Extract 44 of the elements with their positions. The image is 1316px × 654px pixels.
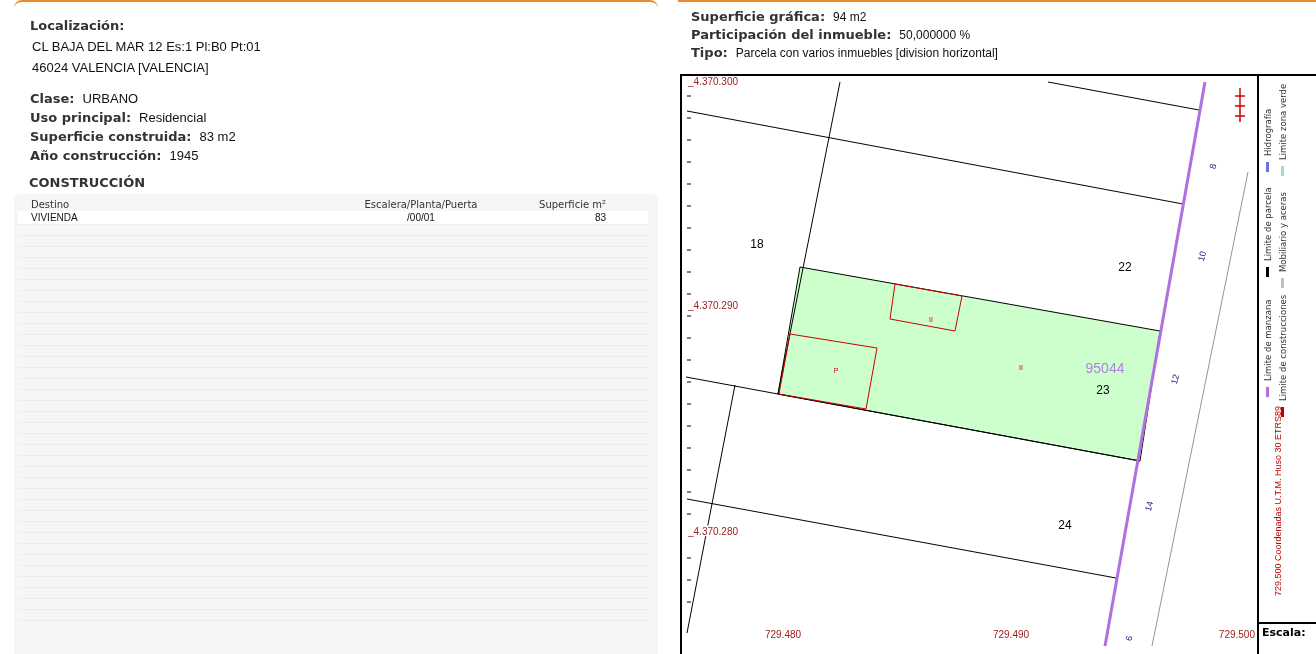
parcel-number: 22 [1118,260,1132,274]
field-value: Parcela con varios inmuebles [division horizontal] [735,46,998,60]
field-label: Participación del inmueble: [691,27,892,42]
field-label: Superficie construida: [30,129,192,144]
coordinate-note: 729.500 Coordenadas U.T.M. Huso 30 ETRS89 [1273,405,1283,596]
field-label: Clase: [30,91,75,106]
column-header: Escalera/Planta/Puerta [363,198,479,211]
cadastral-reference: 95044 [1085,360,1125,376]
address-line: 46024 VALENCIA [VALENCIA] [31,60,210,75]
street-number: 12 [1169,373,1182,386]
field-value: 83 m2 [199,129,236,144]
street-number: 8 [1207,162,1219,170]
field-value: Residencial [139,110,207,125]
field-value: 94 m2 [833,10,867,24]
address-line: CL BAJA DEL MAR 12 Es:1 Pl:B0 Pt:01 [31,39,262,54]
field-label: Tipo: [691,45,728,60]
field-label: Año construcción: [30,148,162,163]
field-label: Uso principal: [30,110,132,125]
section-title: CONSTRUCCIÓN [28,175,147,190]
field-value: URBANO [82,91,139,106]
field-label: Superficie gráfica: [691,9,826,24]
parcel-number: 18 [750,237,764,251]
field-value: 1945 [169,148,199,163]
coordinate-label: _4.370.290 [688,300,739,311]
parcel-number: 24 [1058,518,1072,532]
legend-label: Limite de manzana [1263,299,1273,381]
legend-label: Limite zona verde [1278,83,1288,160]
column-header: Destino [31,198,71,211]
field-value: 50,000000 % [899,28,971,42]
coordinate-label: _4.370.300 [688,76,739,87]
scale-label: Escala: [1262,626,1306,639]
coordinate-label: 729.480 [764,629,802,640]
coordinate-label: 729.500 [1218,629,1255,640]
street-number: 10 [1196,250,1209,263]
legend-label: Hidrografía [1263,108,1273,156]
column-header: Superficie m² [538,198,607,211]
parcel-number: 23 [1096,383,1110,397]
legend-label: Mobiliario y aceras [1278,192,1288,272]
coordinate-label: 729.490 [992,629,1030,640]
location-label: Localización: [30,18,126,33]
legend-label: Limite de parcela [1263,187,1273,261]
street-number: 14 [1143,500,1156,513]
street-number: 6 [1123,634,1135,642]
legend-label: Limite de construcciones [1278,294,1288,401]
